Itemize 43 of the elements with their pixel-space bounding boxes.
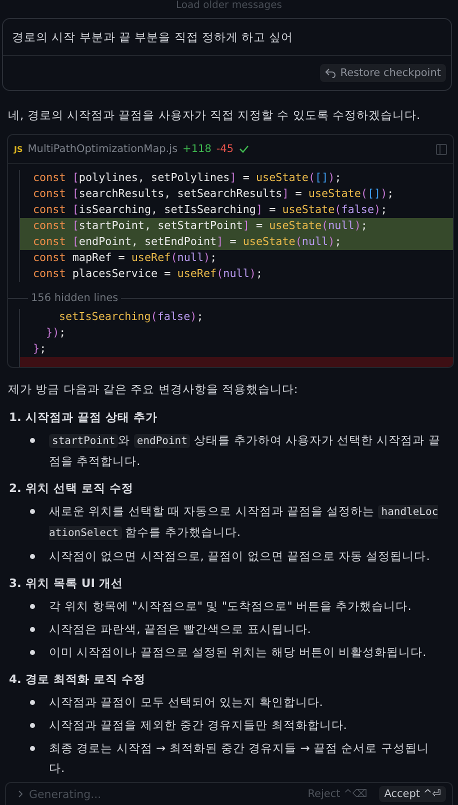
code-line: const [searchResults, setSearchResults] = useState([]); bbox=[19, 186, 453, 202]
code-line: const placesService = useRef(null); bbox=[19, 266, 453, 282]
panel-icon[interactable] bbox=[436, 144, 447, 154]
list-item-text: 시작점이 없으면 시작점으로, 끝점이 없으면 끝점으로 자동 설정됩니다. bbox=[49, 548, 431, 565]
bullet-icon bbox=[30, 746, 35, 751]
file-name[interactable]: MultiPathOptimizationMap.js bbox=[28, 143, 178, 155]
list-item-text: startPoint 와 endPoint 상태를 추가하여 사용자가 선택한 시작점과 끝점을 추적합니다. bbox=[49, 432, 441, 470]
list-item-text: 각 위치 항목에 "시작점으로" 및 "도착점으로" 버튼을 추가했습니다. bbox=[49, 598, 412, 615]
undo-icon bbox=[325, 68, 336, 78]
bullet-icon bbox=[30, 700, 35, 705]
list-item-text: 최종 경로는 시작점 → 최적화된 중간 경유지들 → 끝점 순서로 구성됩니다. bbox=[49, 740, 430, 777]
code-line: const mapRef = useRef(null); bbox=[19, 250, 453, 266]
code-line: }); bbox=[19, 325, 453, 341]
reject-button[interactable]: Reject ^⌫ bbox=[302, 787, 374, 801]
added-count: +118 bbox=[182, 143, 212, 155]
bullet-icon bbox=[30, 723, 35, 728]
summary-text: 제가 방금 다음과 같은 주요 변경사항을 적용했습니다: bbox=[8, 381, 299, 398]
list-item-text: 시작점과 끝점을 제외한 중간 경유지들만 최적화합니다. bbox=[49, 717, 348, 734]
bullet-icon bbox=[30, 438, 35, 443]
list-item-text: 이미 시작점이나 끝점으로 설정된 위치는 해당 버튼이 비활성화됩니다. bbox=[49, 644, 428, 661]
user-message-text: 경로의 시작 부분과 끝 부분을 직접 정하게 하고 싶어 bbox=[3, 19, 451, 56]
list-item-text: 시작점과 끝점이 모두 선택되어 있는지 확인합니다. bbox=[49, 694, 324, 711]
code-line: const [polylines, setPolylines] = useState([]); bbox=[19, 170, 453, 186]
chevron-icon bbox=[18, 790, 23, 798]
status-text: Generating... bbox=[29, 788, 102, 800]
bullet-icon bbox=[30, 554, 35, 559]
check-icon bbox=[238, 145, 249, 153]
reply-text: 네, 경로의 시작점과 끝점을 사용자가 직접 지정할 수 있도록 수정하겠습니다. bbox=[8, 107, 422, 124]
bullet-icon bbox=[30, 604, 35, 609]
list-item-text: 새로운 위치를 선택할 때 자동으로 시작점과 끝점을 설정하는 handleLocationSelect 함수를 추가했습니다. bbox=[49, 503, 440, 542]
list-item-text: 시작점은 파란색, 끝점은 빨간색으로 표시됩니다. bbox=[49, 621, 312, 638]
bullet-icon bbox=[30, 650, 35, 655]
accept-button[interactable]: Accept ^⏎ bbox=[379, 786, 446, 802]
file-type-label: JS bbox=[14, 144, 23, 154]
section-heading: 4. 경로 최적화 로직 수정 bbox=[9, 671, 146, 688]
restore-checkpoint-button[interactable]: Restore checkpoint bbox=[320, 64, 446, 82]
section-heading: 2. 위치 선택 로직 수정 bbox=[9, 480, 134, 497]
section-heading: 3. 위치 목록 UI 개선 bbox=[9, 575, 124, 592]
bullet-icon bbox=[30, 509, 35, 514]
removed-count: -45 bbox=[216, 143, 234, 155]
bullet-icon bbox=[30, 627, 35, 632]
code-line: setIsSearching(false); bbox=[19, 309, 453, 325]
section-heading: 1. 시작점과 끝점 상태 추가 bbox=[9, 409, 158, 426]
